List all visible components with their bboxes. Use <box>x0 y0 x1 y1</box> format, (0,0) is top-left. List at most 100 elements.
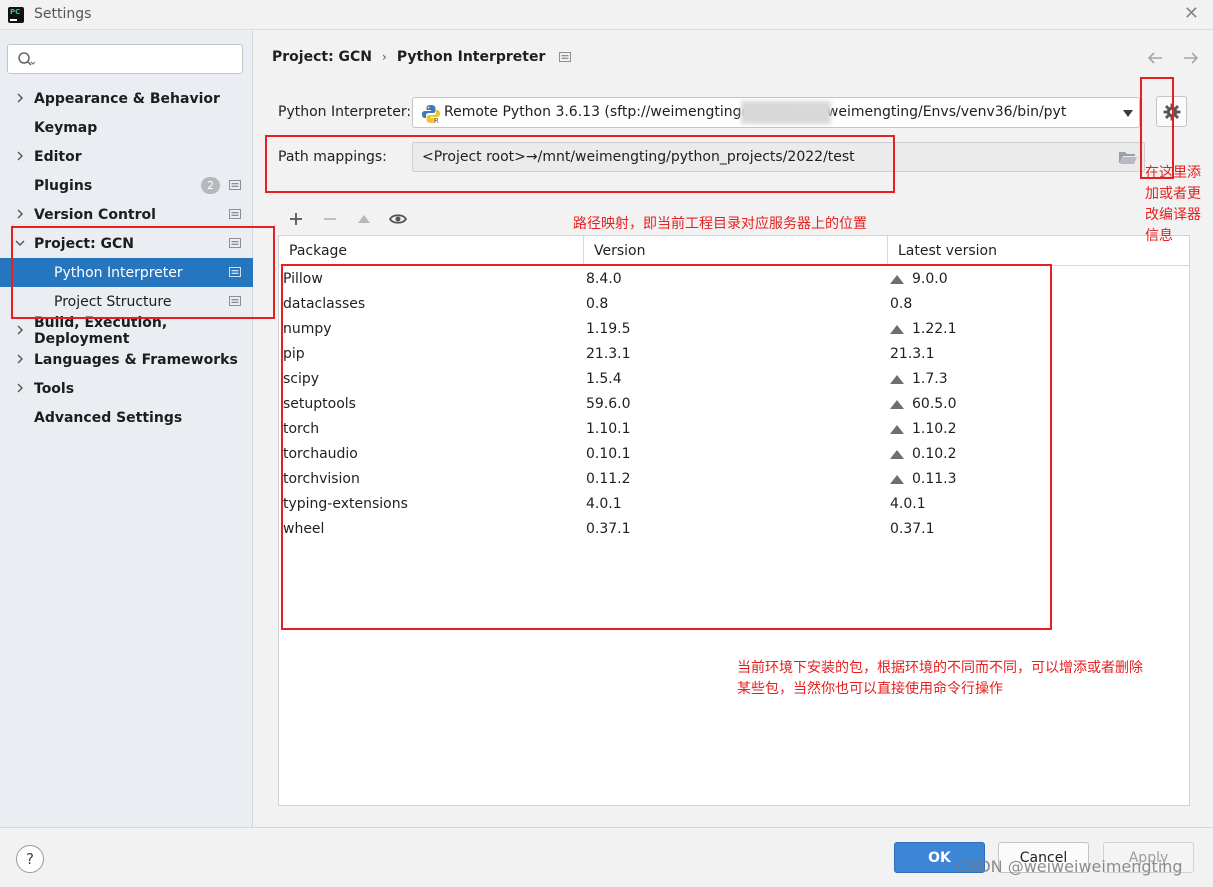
chevron-right-icon[interactable] <box>13 149 27 163</box>
sidebar-item-keymap[interactable]: Keymap <box>0 113 253 142</box>
table-row[interactable]: setuptools 59.6.0 60.5.0 <box>279 392 1189 417</box>
package-latest-version-cell: 4.0.1 <box>890 496 926 512</box>
upgrade-available-icon <box>890 474 904 484</box>
sidebar-item-python-interpreter[interactable]: Python Interpreter <box>0 258 253 287</box>
package-latest-version-cell: 0.10.2 <box>890 446 957 462</box>
chevron-right-icon[interactable] <box>13 91 27 105</box>
sidebar-item-languages[interactable]: Languages & Frameworks <box>0 345 253 374</box>
sidebar-item-label: Project Structure <box>54 293 172 310</box>
sidebar-item-label: Project: GCN <box>34 235 135 252</box>
column-header-latest-version[interactable]: Latest version <box>888 236 1189 266</box>
table-row[interactable]: torchaudio 0.10.1 0.10.2 <box>279 442 1189 467</box>
package-latest-version-cell: 0.11.3 <box>890 471 957 487</box>
folder-icon[interactable] <box>1118 150 1138 165</box>
project-scope-icon <box>559 52 572 62</box>
sidebar-item-label: Plugins <box>34 177 93 194</box>
sidebar-item-appearance[interactable]: Appearance & Behavior <box>0 84 253 113</box>
package-latest-version: 1.10.2 <box>912 421 957 437</box>
chevron-right-icon[interactable] <box>13 352 27 366</box>
package-latest-version-cell: 1.7.3 <box>890 371 948 387</box>
search-input[interactable] <box>42 48 237 70</box>
sidebar-item-label: Keymap <box>34 119 98 136</box>
package-version: 1.10.1 <box>586 421 631 437</box>
sidebar-item-label: Languages & Frameworks <box>34 351 238 368</box>
sidebar-item-label: Build, Execution, Deployment <box>34 314 168 347</box>
sidebar-item-plugins[interactable]: Plugins 2 <box>0 171 253 200</box>
sidebar-item-version-control[interactable]: Version Control <box>0 200 253 229</box>
table-row[interactable]: scipy 1.5.4 1.7.3 <box>279 367 1189 392</box>
breadcrumb-project[interactable]: Project: GCN <box>272 49 372 65</box>
table-row[interactable]: torchvision 0.11.2 0.11.3 <box>279 467 1189 492</box>
packages-table-header: Package Version Latest version <box>279 236 1189 266</box>
interpreter-select[interactable]: R Remote Python 3.6.13 (sftp://weimengti… <box>412 97 1140 128</box>
table-row[interactable]: typing-extensions 4.0.1 4.0.1 <box>279 492 1189 517</box>
search-box[interactable] <box>7 44 243 74</box>
breadcrumb: Project: GCN › Python Interpreter <box>272 49 572 65</box>
table-row[interactable]: torch 1.10.1 1.10.2 <box>279 417 1189 442</box>
add-package-button[interactable] <box>286 209 306 229</box>
package-latest-version: 60.5.0 <box>912 396 957 412</box>
annotation-packages-note-line2: 某些包，当然你也可以直接使用命令行操作 <box>737 681 1003 697</box>
back-arrow-icon[interactable] <box>1145 48 1165 68</box>
sidebar-item-label: Python Interpreter <box>54 264 183 281</box>
package-name: numpy <box>283 321 332 337</box>
package-version: 8.4.0 <box>586 271 622 287</box>
package-latest-version: 21.3.1 <box>890 346 935 362</box>
chevron-right-icon[interactable] <box>13 381 27 395</box>
table-row[interactable]: dataclasses 0.8 0.8 <box>279 292 1189 317</box>
package-version: 0.37.1 <box>586 521 631 537</box>
settings-nav: Appearance & Behavior Keymap Editor Plug… <box>0 84 253 432</box>
package-latest-version: 0.37.1 <box>890 521 935 537</box>
project-scope-icon <box>229 209 241 219</box>
package-name: dataclasses <box>283 296 366 312</box>
table-row[interactable]: pip 21.3.1 21.3.1 <box>279 342 1189 367</box>
chevron-down-icon[interactable] <box>13 236 27 250</box>
sidebar-item-advanced-settings[interactable]: Advanced Settings <box>0 403 253 432</box>
remove-package-button[interactable] <box>320 209 340 229</box>
package-latest-version-cell: 9.0.0 <box>890 271 948 287</box>
annotation-packages-note-line1: 当前环境下安装的包，根据环境的不同而不同，可以增添或者删除 <box>737 660 1143 676</box>
package-latest-version-cell: 1.22.1 <box>890 321 957 337</box>
package-latest-version: 0.10.2 <box>912 446 957 462</box>
forward-arrow-icon[interactable] <box>1181 48 1201 68</box>
packages-table: Package Version Latest version Pillow 8.4… <box>278 235 1190 806</box>
package-name: torch <box>283 421 320 437</box>
sidebar-item-project[interactable]: Project: GCN <box>0 229 253 258</box>
pycharm-icon: PC <box>8 7 24 23</box>
settings-main: Project: GCN › Python Interpreter Python… <box>254 31 1213 827</box>
package-name: torchvision <box>283 471 360 487</box>
breadcrumb-separator: › <box>382 50 387 64</box>
close-icon[interactable]: ✕ <box>1184 3 1199 24</box>
sidebar-item-project-structure[interactable]: Project Structure <box>0 287 253 316</box>
column-header-package[interactable]: Package <box>279 236 584 266</box>
show-early-releases-button[interactable] <box>388 209 408 229</box>
package-version: 0.11.2 <box>586 471 631 487</box>
sidebar-item-build[interactable]: Build, Execution, Deployment <box>0 314 253 347</box>
python-icon: R <box>422 105 440 124</box>
chevron-right-icon[interactable] <box>13 207 27 221</box>
package-latest-version-cell: 0.8 <box>890 296 912 312</box>
sidebar-item-label: Version Control <box>34 206 156 223</box>
chevron-right-icon[interactable] <box>13 323 27 337</box>
table-row[interactable]: wheel 0.37.1 0.37.1 <box>279 517 1189 542</box>
interpreter-settings-button[interactable] <box>1156 96 1187 127</box>
package-version: 21.3.1 <box>586 346 631 362</box>
upgrade-available-icon <box>890 274 904 284</box>
table-row[interactable]: Pillow 8.4.0 9.0.0 <box>279 267 1189 292</box>
sidebar-item-tools[interactable]: Tools <box>0 374 253 403</box>
path-mappings-field[interactable]: <Project root>→/mnt/weimengting/python_p… <box>412 142 1145 172</box>
package-version: 1.5.4 <box>586 371 622 387</box>
sidebar-item-editor[interactable]: Editor <box>0 142 253 171</box>
column-header-version[interactable]: Version <box>584 236 888 266</box>
upgrade-available-icon <box>890 374 904 384</box>
package-latest-version: 1.7.3 <box>912 371 948 387</box>
chevron-down-icon[interactable] <box>1123 110 1133 117</box>
search-icon <box>18 52 35 66</box>
help-button[interactable]: ? <box>16 845 44 873</box>
upgrade-package-button[interactable] <box>354 209 374 229</box>
csdn-watermark: CSDN @weiweiweimengting <box>957 857 1183 876</box>
interpreter-label: Python Interpreter: <box>278 104 412 120</box>
table-row[interactable]: numpy 1.19.5 1.22.1 <box>279 317 1189 342</box>
project-scope-icon <box>229 296 241 306</box>
package-latest-version: 4.0.1 <box>890 496 926 512</box>
